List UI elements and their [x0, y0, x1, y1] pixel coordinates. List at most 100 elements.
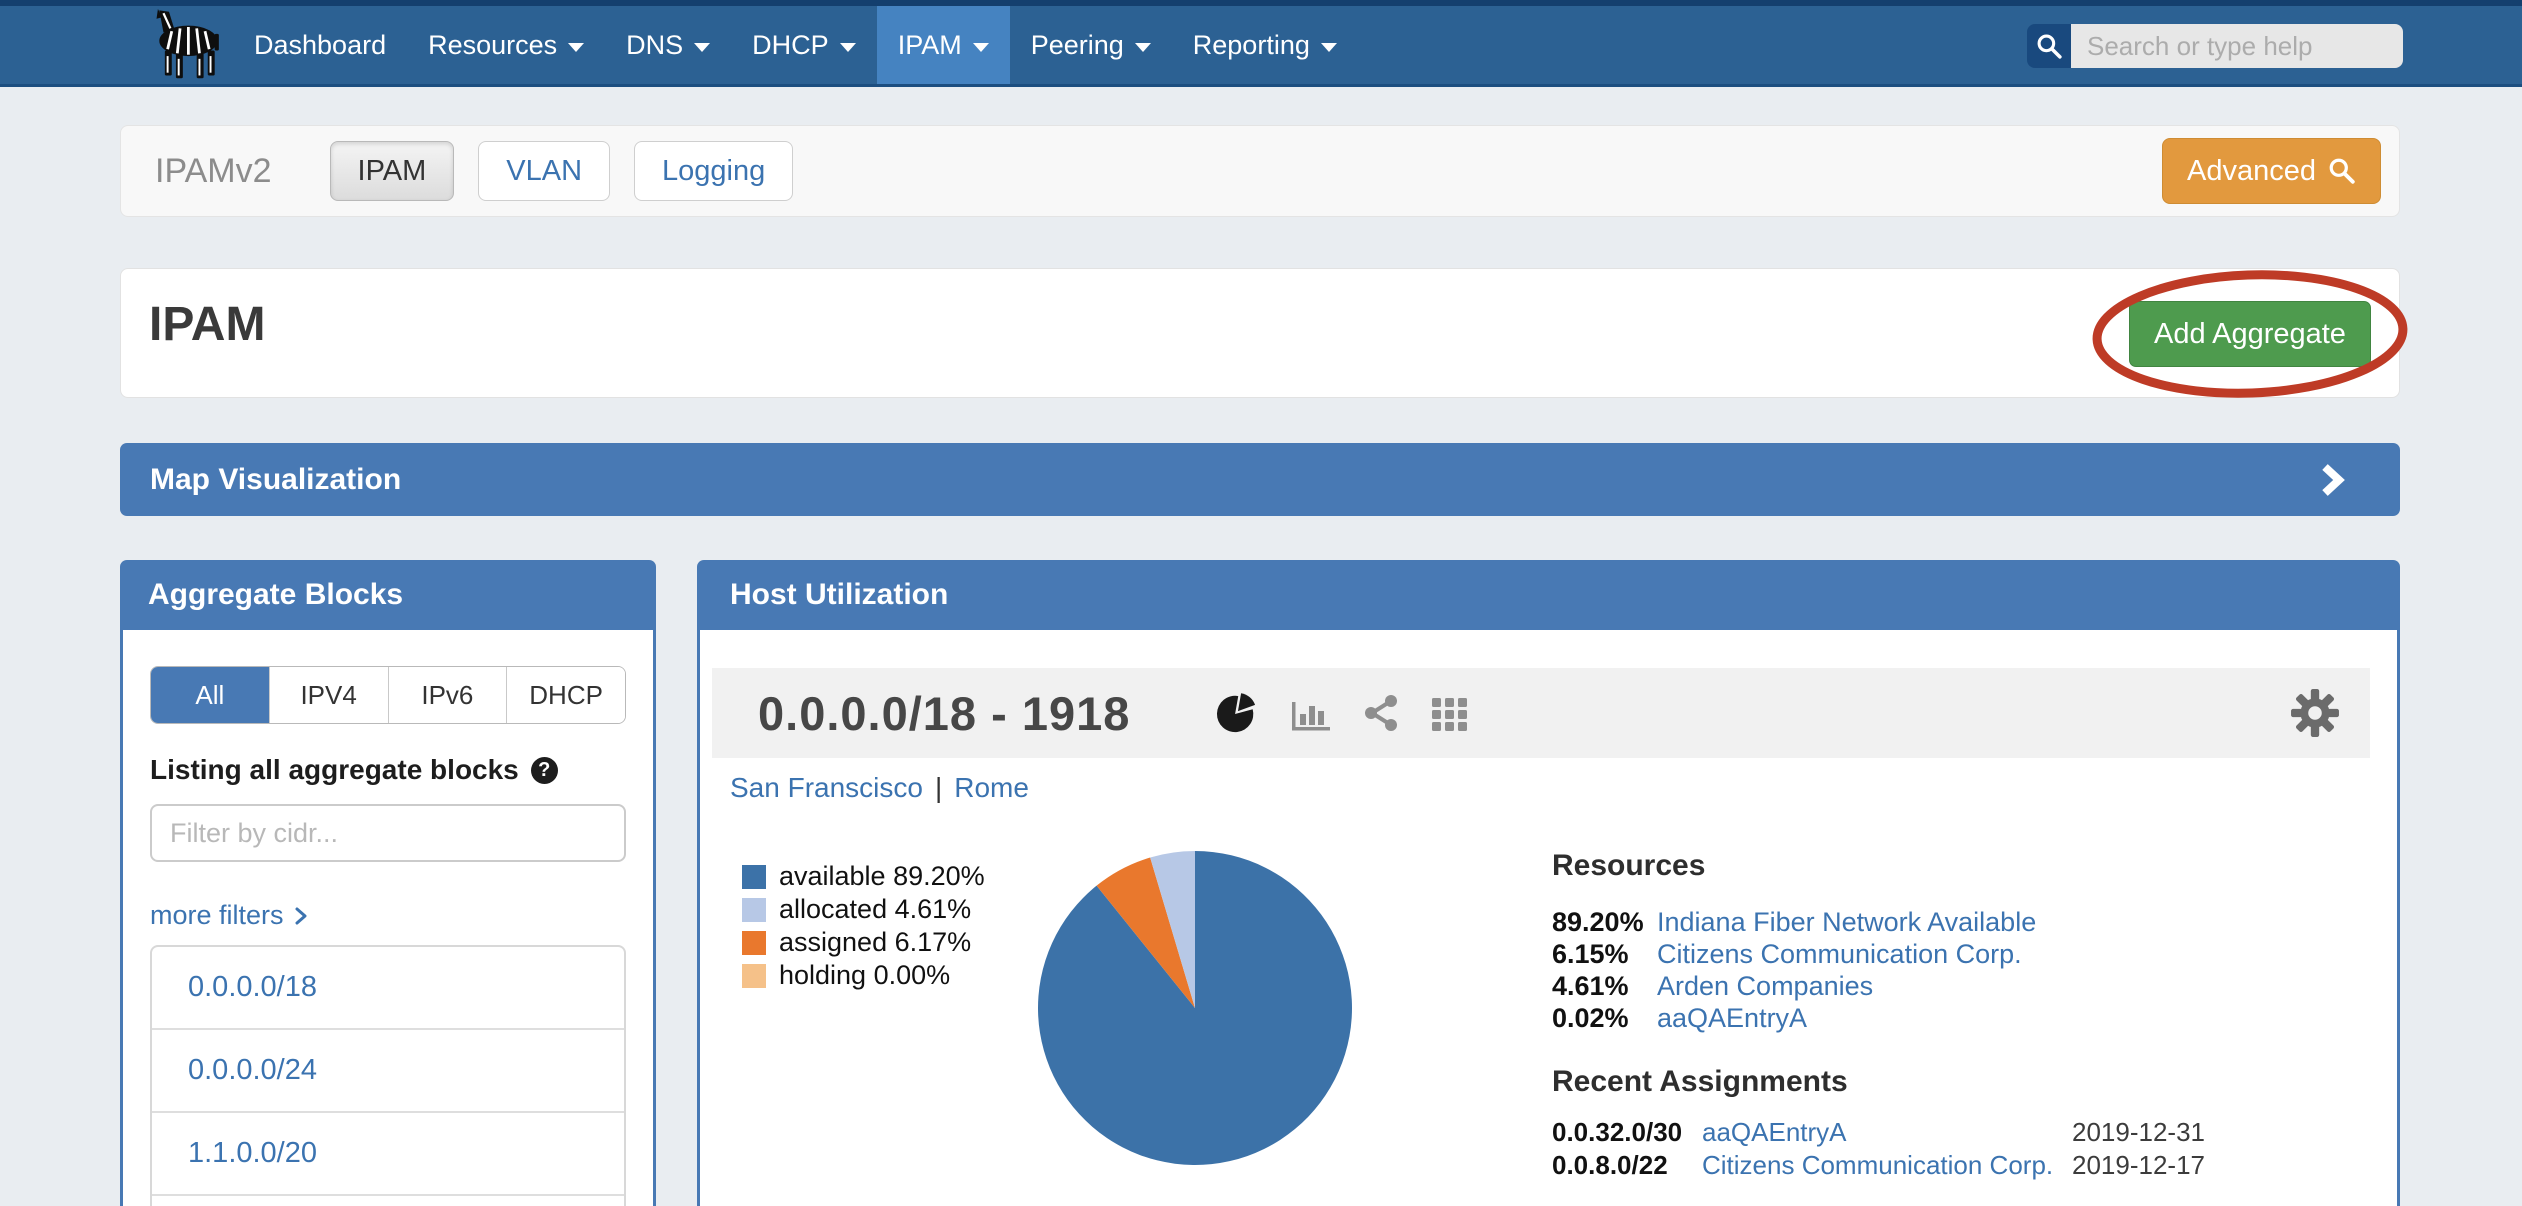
- panel-title: Aggregate Blocks: [148, 578, 403, 612]
- resource-row: 4.61%Arden Companies: [1552, 970, 2362, 1002]
- nav-item-ipam[interactable]: IPAM: [877, 6, 1010, 84]
- more-filters-link[interactable]: more filters: [150, 900, 626, 931]
- legend-label: assigned 6.17%: [779, 927, 971, 958]
- listing-label: Listing all aggregate blocks ?: [150, 754, 626, 786]
- nav-label: Dashboard: [254, 30, 386, 61]
- stats-column: Resources 89.20%Indiana Fiber Network Av…: [1552, 848, 2362, 1182]
- aggregate-blocks-body: All IPV4 IPv6 DHCP Listing all aggregate…: [120, 630, 656, 1206]
- resource-row: 89.20%Indiana Fiber Network Available: [1552, 906, 2362, 938]
- toolbar-title: IPAMv2: [155, 152, 272, 191]
- nav-label: Resources: [428, 30, 557, 61]
- recent-assignment-row: 0.0.32.0/30aaQAEntryA 2019-12-31: [1552, 1116, 2362, 1149]
- aggregate-list-item[interactable]: 0.0.0.0/24: [152, 1028, 624, 1111]
- legend-swatch-available: [742, 865, 766, 889]
- legend-row-assigned: assigned 6.17%: [742, 926, 985, 959]
- legend-row-holding: holding 0.00%: [742, 959, 985, 992]
- assignment-date: 2019-12-31: [2072, 1117, 2205, 1147]
- help-icon[interactable]: ?: [531, 757, 558, 784]
- assignment-link[interactable]: Citizens Communication Corp.: [1702, 1150, 2053, 1180]
- nav-label: DHCP: [752, 30, 829, 61]
- resource-pct: 89.20%: [1552, 906, 1657, 938]
- nav-item-dns[interactable]: DNS: [605, 6, 731, 84]
- page-title: IPAM: [149, 297, 265, 352]
- add-aggregate-button[interactable]: Add Aggregate: [2129, 301, 2371, 367]
- nav-label: DNS: [626, 30, 683, 61]
- ipam-page: Dashboard Resources DNS DHCP IPAM Peerin…: [0, 0, 2522, 1206]
- utilization-pie-chart: [1035, 848, 1355, 1173]
- caret-down-icon: [694, 43, 710, 52]
- aggregate-blocks-panel: Aggregate Blocks All IPV4 IPv6 DHCP List…: [120, 560, 656, 1206]
- zebra-logo-icon[interactable]: [145, 8, 229, 82]
- legend-swatch-assigned: [742, 931, 766, 955]
- top-navbar: Dashboard Resources DNS DHCP IPAM Peerin…: [0, 0, 2522, 87]
- main-nav: Dashboard Resources DNS DHCP IPAM Peerin…: [233, 6, 1358, 84]
- tab-label: DHCP: [529, 680, 603, 711]
- aggregate-list-item[interactable]: 0.0.0.0/18: [152, 947, 624, 1028]
- cidr-filter-input[interactable]: [150, 804, 626, 862]
- tab-all[interactable]: All: [151, 667, 269, 723]
- pie-legend: available 89.20% allocated 4.61% assigne…: [742, 860, 985, 992]
- aggregate-filter-tabs: All IPV4 IPv6 DHCP: [150, 666, 626, 724]
- legend-row-allocated: allocated 4.61%: [742, 893, 985, 926]
- chevron-right-icon[interactable]: [2319, 462, 2345, 498]
- host-utilization-body: 0.0.0.0/18 - 1918: [697, 630, 2400, 1206]
- share-icon[interactable]: [1363, 694, 1399, 732]
- nav-item-dhcp[interactable]: DHCP: [731, 6, 877, 84]
- nav-item-dashboard[interactable]: Dashboard: [233, 6, 407, 84]
- aggregate-list: 0.0.0.0/18 0.0.0.0/24 1.1.0.0/20 2.0.0.0…: [150, 945, 626, 1206]
- resource-pct: 4.61%: [1552, 970, 1657, 1002]
- magnifier-icon: [2328, 157, 2356, 185]
- toolbar-tab-ipam[interactable]: IPAM: [330, 141, 455, 201]
- ipamv2-toolbar: IPAMv2 IPAM VLAN Logging Advanced: [120, 125, 2400, 217]
- region-link-rome[interactable]: Rome: [954, 772, 1029, 803]
- map-visualization-toggle[interactable]: Map Visualization: [120, 443, 2400, 516]
- tab-label: IPv6: [421, 680, 473, 711]
- resource-link[interactable]: Citizens Communication Corp.: [1657, 939, 2022, 969]
- nav-item-reporting[interactable]: Reporting: [1172, 6, 1358, 84]
- search-icon[interactable]: [2027, 24, 2071, 68]
- nav-label: Reporting: [1193, 30, 1310, 61]
- resource-pct: 0.02%: [1552, 1002, 1657, 1034]
- resource-link[interactable]: Arden Companies: [1657, 971, 1873, 1001]
- resource-row: 0.02%aaQAEntryA: [1552, 1002, 2362, 1034]
- resource-pct: 6.15%: [1552, 938, 1657, 970]
- pie-chart-icon[interactable]: [1215, 691, 1259, 735]
- grid-icon[interactable]: [1431, 694, 1469, 732]
- tab-label: IPV4: [300, 680, 356, 711]
- aggregate-list-item[interactable]: 2.0.0.0/24: [152, 1194, 624, 1206]
- advanced-label: Advanced: [2187, 155, 2316, 188]
- legend-label: allocated 4.61%: [779, 894, 971, 925]
- tab-ipv6[interactable]: IPv6: [388, 667, 507, 723]
- view-toggle-icons: [1215, 691, 1469, 735]
- caret-down-icon: [1135, 43, 1151, 52]
- tab-ipv4[interactable]: IPV4: [269, 667, 388, 723]
- assignment-link[interactable]: aaQAEntryA: [1702, 1117, 1847, 1147]
- gear-icon[interactable]: [2290, 688, 2340, 738]
- search-input[interactable]: [2071, 24, 2403, 68]
- chevron-right-small-icon: [294, 905, 308, 927]
- listing-text: Listing all aggregate blocks: [150, 754, 519, 786]
- aggregate-list-item[interactable]: 1.1.0.0/20: [152, 1111, 624, 1194]
- assignment-cidr: 0.0.8.0/22: [1552, 1149, 1702, 1182]
- resource-link[interactable]: Indiana Fiber Network Available: [1657, 907, 2036, 937]
- add-aggregate-label: Add Aggregate: [2154, 318, 2346, 351]
- host-utilization-panel: Host Utilization 0.0.0.0/18 - 1918: [697, 560, 2400, 1206]
- nav-item-peering[interactable]: Peering: [1010, 6, 1172, 84]
- caret-down-icon: [1321, 43, 1337, 52]
- resource-link[interactable]: aaQAEntryA: [1657, 1003, 1807, 1033]
- resource-row: 6.15%Citizens Communication Corp.: [1552, 938, 2362, 970]
- panel-title: Host Utilization: [730, 578, 948, 612]
- block-title-strip: 0.0.0.0/18 - 1918: [712, 668, 2370, 758]
- toolbar-tab-vlan[interactable]: VLAN: [478, 141, 610, 201]
- resources-rows: 89.20%Indiana Fiber Network Available 6.…: [1552, 906, 2362, 1034]
- bar-chart-icon[interactable]: [1291, 694, 1331, 732]
- advanced-search-button[interactable]: Advanced: [2162, 138, 2381, 204]
- caret-down-icon: [973, 43, 989, 52]
- nav-item-resources[interactable]: Resources: [407, 6, 605, 84]
- legend-row-available: available 89.20%: [742, 860, 985, 893]
- recent-assignments-heading: Recent Assignments: [1552, 1064, 2362, 1100]
- assignment-cidr: 0.0.32.0/30: [1552, 1116, 1702, 1149]
- toolbar-tab-logging[interactable]: Logging: [634, 141, 793, 201]
- tab-dhcp[interactable]: DHCP: [506, 667, 625, 723]
- region-link-san-francisco[interactable]: San Franscisco: [730, 772, 923, 803]
